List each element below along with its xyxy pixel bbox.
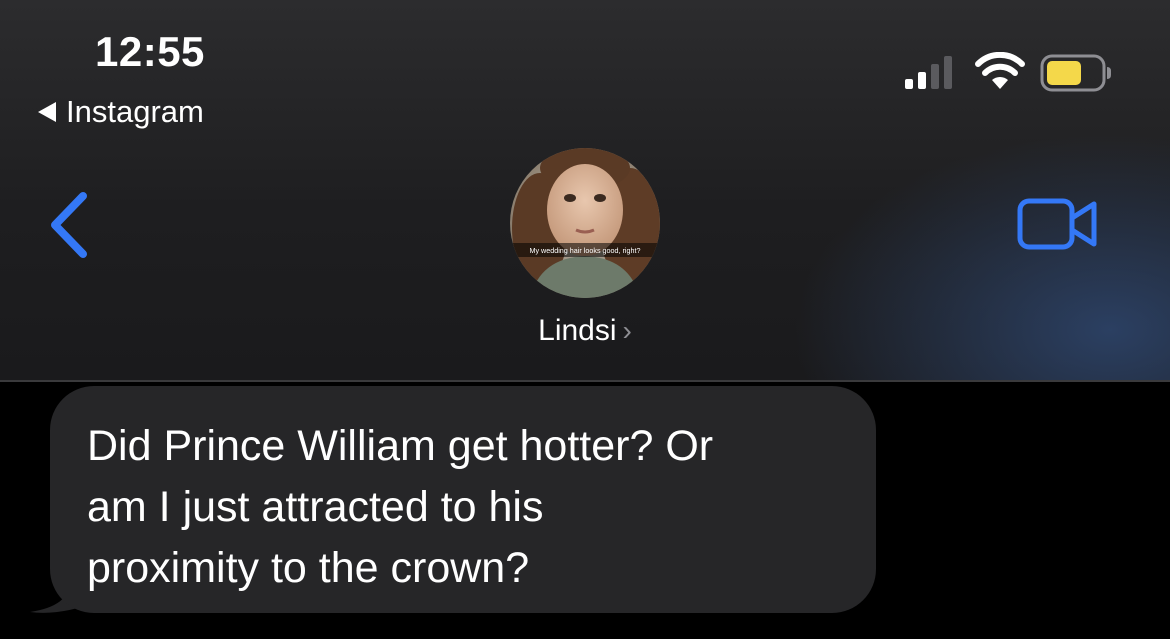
conversation-header: 12:55 Instagram My wedding hair looks go… <box>0 0 1170 382</box>
avatar-photo: My wedding hair looks good, right? <box>510 148 660 298</box>
message-text: Did Prince William get hotter? Or am I j… <box>87 416 867 599</box>
video-call-icon[interactable] <box>1017 198 1099 250</box>
status-time: 12:55 <box>95 28 205 75</box>
back-triangle-icon <box>38 102 56 122</box>
back-to-app-link[interactable]: Instagram <box>38 94 204 130</box>
contact-name: Lindsi <box>538 314 617 347</box>
contact-avatar[interactable]: My wedding hair looks good, right? <box>510 148 660 298</box>
message-line: proximity to the crown? <box>87 544 530 592</box>
wifi-icon <box>975 52 1025 89</box>
avatar-caption: My wedding hair looks good, right? <box>529 246 640 255</box>
message-line: am I just attracted to his <box>87 483 544 531</box>
message-line: Did Prince William get hotter? Or <box>87 422 714 470</box>
cellular-signal-icon <box>905 56 952 89</box>
battery-icon <box>1040 54 1111 92</box>
back-to-app-label: Instagram <box>66 94 204 129</box>
chevron-left-icon[interactable] <box>45 190 91 260</box>
contact-name-button[interactable]: Lindsi › <box>0 314 1170 348</box>
chevron-right-icon: › <box>622 315 632 346</box>
